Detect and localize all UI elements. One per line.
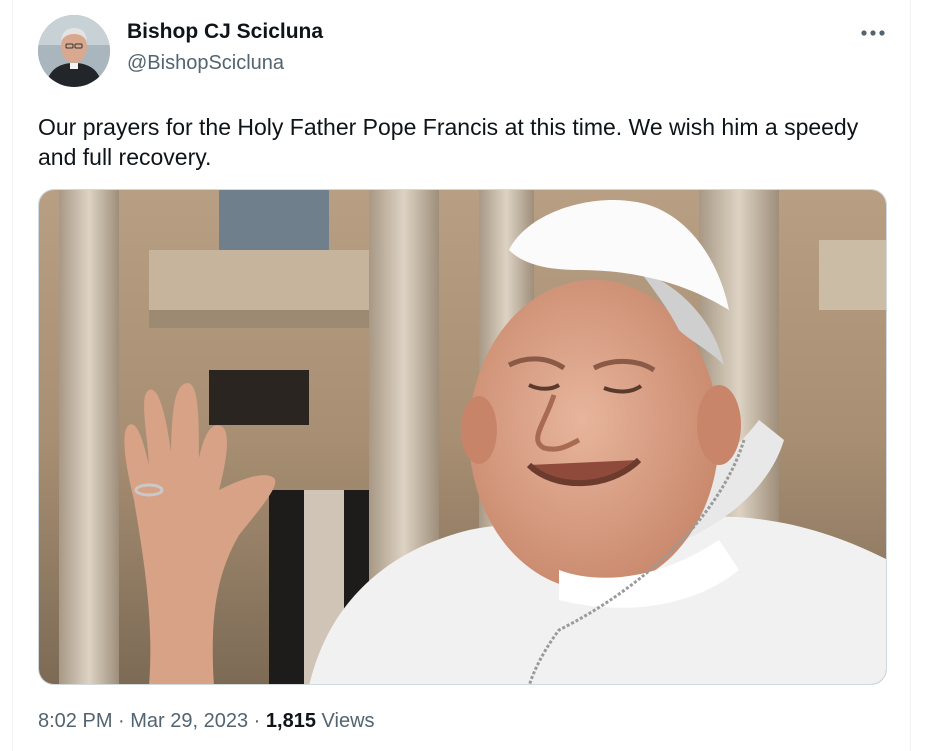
more-options-button[interactable] bbox=[856, 18, 890, 48]
more-horizontal-icon bbox=[861, 30, 885, 36]
tweet-time[interactable]: 8:02 PM bbox=[38, 710, 112, 732]
tweet-meta: 8:02 PM · Mar 29, 2023 · 1,815 Views bbox=[38, 710, 375, 733]
meta-separator: · bbox=[248, 710, 266, 732]
tweet-photo[interactable] bbox=[38, 189, 887, 685]
author-name[interactable]: Bishop CJ Scicluna bbox=[127, 20, 323, 44]
tweet-text: Our prayers for the Holy Father Pope Fra… bbox=[38, 114, 859, 170]
tweet-card: Bishop CJ Scicluna @BishopScicluna Our p… bbox=[12, 0, 911, 751]
views-label: Views bbox=[315, 710, 375, 732]
tweet-date[interactable]: Mar 29, 2023 bbox=[130, 710, 248, 732]
author-handle[interactable]: @BishopScicluna bbox=[127, 52, 284, 75]
meta-separator: · bbox=[112, 710, 131, 732]
views-count: 1,815 bbox=[265, 710, 316, 732]
photo-image bbox=[39, 190, 886, 684]
author-avatar[interactable] bbox=[38, 15, 110, 87]
avatar-image bbox=[38, 15, 110, 87]
